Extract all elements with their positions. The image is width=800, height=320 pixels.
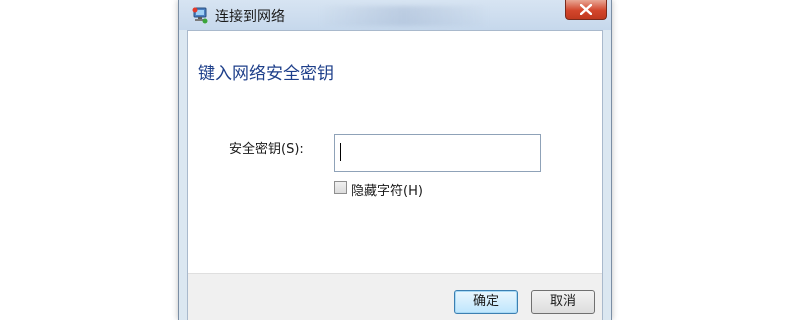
ok-button[interactable]: 确定	[454, 290, 518, 314]
network-connect-icon	[191, 6, 209, 24]
hide-characters-label[interactable]: 隐藏字符(H)	[351, 180, 423, 199]
window-title: 连接到网络	[215, 9, 285, 25]
dialog-content: 键入网络安全密钥 安全密钥(S): 隐藏字符(H) 确定 取消	[187, 30, 603, 320]
desktop: 连接到网络 键入网络安全密钥 安全密钥(S): 隐藏字符(H) 确定 取消	[0, 0, 800, 320]
title-bar[interactable]: 连接到网络	[179, 0, 611, 30]
blurred-background-text	[319, 6, 489, 26]
text-caret	[340, 143, 341, 161]
security-key-input[interactable]	[334, 134, 541, 172]
hide-characters-checkbox[interactable]	[334, 181, 347, 194]
button-bar: 确定 取消	[188, 273, 602, 320]
security-key-label: 安全密钥(S):	[229, 142, 304, 157]
close-button[interactable]	[565, 0, 607, 20]
connect-network-dialog: 连接到网络 键入网络安全密钥 安全密钥(S): 隐藏字符(H) 确定 取消	[178, 0, 612, 320]
dialog-heading: 键入网络安全密钥	[198, 64, 334, 84]
cancel-button[interactable]: 取消	[531, 290, 595, 314]
close-icon	[580, 4, 592, 15]
